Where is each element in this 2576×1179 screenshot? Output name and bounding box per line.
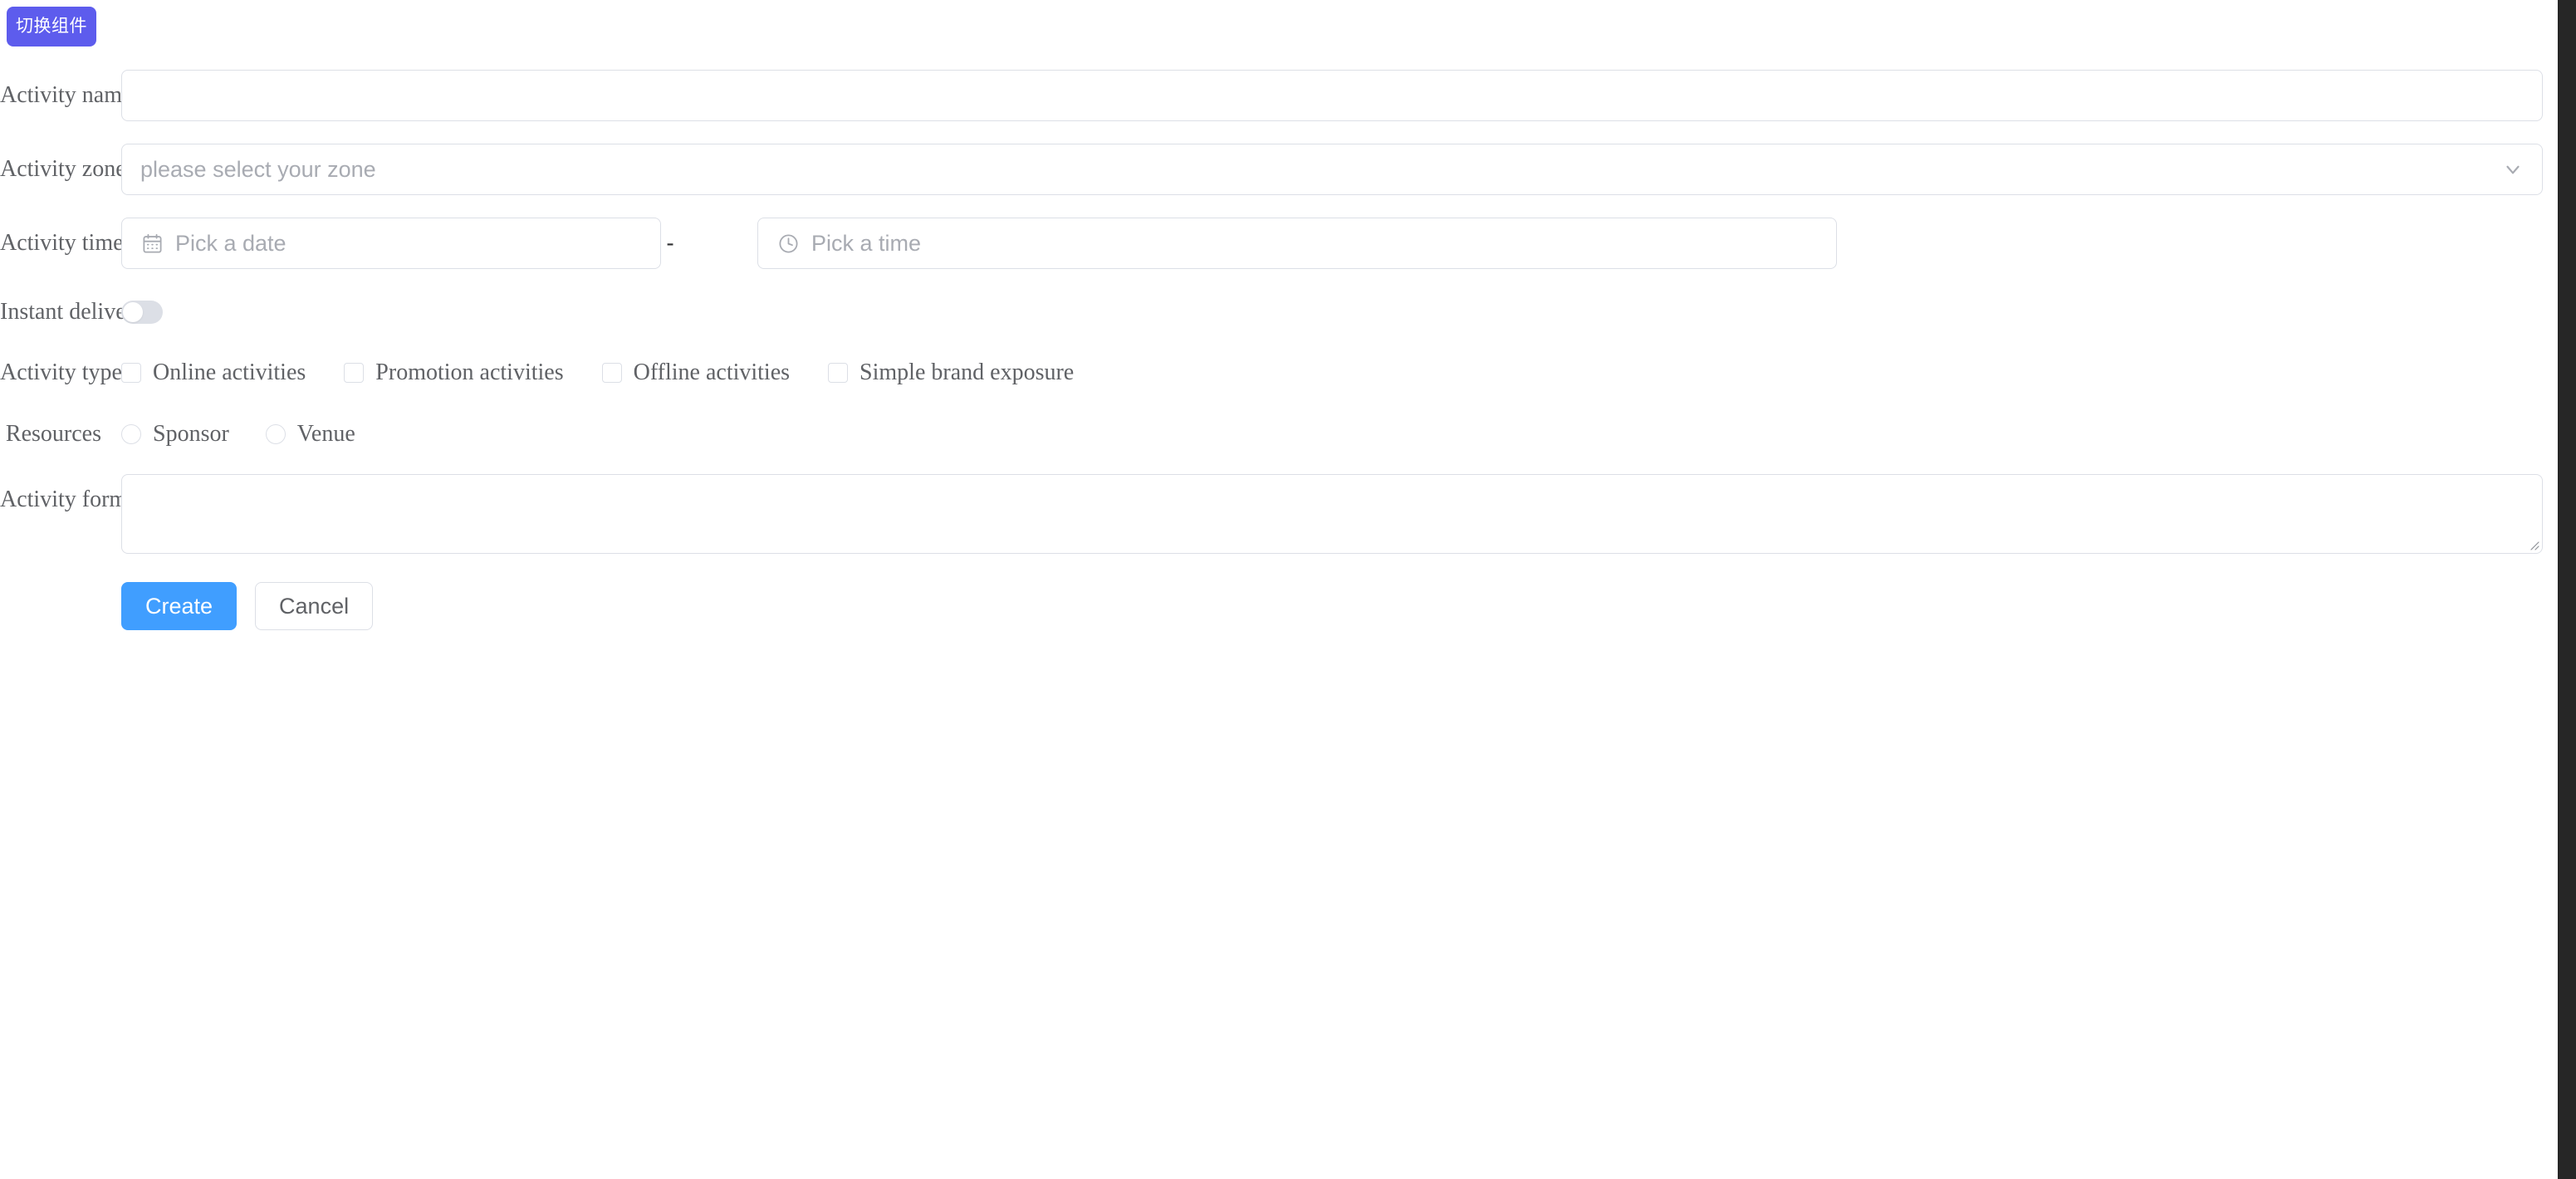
create-button[interactable]: Create xyxy=(121,582,237,630)
resources-label: Resources xyxy=(0,413,121,456)
checkbox-label: Promotion activities xyxy=(375,351,563,394)
activity-zone-placeholder: please select your zone xyxy=(140,159,376,181)
activity-form-label: Activity form xyxy=(0,474,121,526)
clock-icon xyxy=(776,232,800,255)
app-root: 切换组件 Activity name Activity zone please … xyxy=(0,0,2576,1179)
chevron-down-icon xyxy=(2502,159,2524,180)
switch-knob xyxy=(123,302,143,322)
form-row-activity-name: Activity name xyxy=(0,70,2541,121)
activity-form-textarea[interactable] xyxy=(121,474,2543,554)
checkbox-box[interactable] xyxy=(602,363,622,383)
activity-time-group: Pick a date - Pick a time xyxy=(121,218,2541,269)
activity-type-label: Activity type xyxy=(0,351,121,394)
checkbox-promotion-activities[interactable]: Promotion activities xyxy=(344,351,563,394)
calendar-icon xyxy=(140,232,164,255)
activity-time-label: Activity time xyxy=(0,218,121,269)
resize-handle-icon[interactable] xyxy=(2527,538,2540,551)
activity-name-label: Activity name xyxy=(0,70,121,121)
form-row-activity-type: Activity type Online activities Promotio… xyxy=(0,351,2541,394)
activity-time-control: Pick a date - Pick a time xyxy=(121,218,2541,269)
activity-date-placeholder: Pick a date xyxy=(175,232,286,255)
activity-time-picker[interactable]: Pick a time xyxy=(757,218,1837,269)
checkbox-box[interactable] xyxy=(828,363,848,383)
activity-zone-control: please select your zone xyxy=(121,144,2541,195)
toggle-component-button[interactable]: 切换组件 xyxy=(7,7,96,46)
form-row-activity-zone: Activity zone please select your zone xyxy=(0,144,2541,195)
time-range-separator: - xyxy=(663,218,678,269)
instant-delivery-label: Instant delivery xyxy=(0,291,121,333)
activity-zone-select[interactable]: please select your zone xyxy=(121,144,2543,195)
radio-circle[interactable] xyxy=(266,424,286,444)
actions-control: Create Cancel xyxy=(121,582,2541,630)
activity-type-checkbox-group: Online activities Promotion activities O… xyxy=(121,351,2541,394)
checkbox-label: Offline activities xyxy=(634,351,790,394)
form-row-actions: Create Cancel xyxy=(0,582,2541,630)
activity-type-control: Online activities Promotion activities O… xyxy=(121,351,2541,394)
radio-label: Sponsor xyxy=(153,413,229,456)
checkbox-online-activities[interactable]: Online activities xyxy=(121,351,306,394)
activity-form-control xyxy=(121,474,2541,554)
activity-name-control xyxy=(121,70,2541,121)
checkbox-box[interactable] xyxy=(344,363,364,383)
cancel-button[interactable]: Cancel xyxy=(255,582,373,630)
resources-radio-group: Sponsor Venue xyxy=(121,413,2541,456)
form-row-activity-time: Activity time xyxy=(0,218,2541,269)
instant-delivery-control xyxy=(121,291,2541,324)
form-row-instant-delivery: Instant delivery xyxy=(0,291,2541,333)
activity-date-picker[interactable]: Pick a date xyxy=(121,218,661,269)
activity-zone-label: Activity zone xyxy=(0,144,121,195)
checkbox-offline-activities[interactable]: Offline activities xyxy=(602,351,790,394)
activity-time-placeholder: Pick a time xyxy=(811,232,921,255)
checkbox-simple-brand-exposure[interactable]: Simple brand exposure xyxy=(828,351,1074,394)
radio-circle[interactable] xyxy=(121,424,141,444)
form-row-activity-form: Activity form xyxy=(0,474,2541,554)
radio-sponsor[interactable]: Sponsor xyxy=(121,413,229,456)
checkbox-label: Online activities xyxy=(153,351,306,394)
radio-label: Venue xyxy=(297,413,355,456)
checkbox-label: Simple brand exposure xyxy=(859,351,1074,394)
radio-venue[interactable]: Venue xyxy=(266,413,355,456)
instant-delivery-switch[interactable] xyxy=(121,301,163,324)
checkbox-box[interactable] xyxy=(121,363,141,383)
resources-control: Sponsor Venue xyxy=(121,413,2541,456)
action-button-bar: Create Cancel xyxy=(121,582,2541,630)
activity-form: Activity name Activity zone please selec… xyxy=(0,70,2541,653)
form-row-resources: Resources Sponsor Venue xyxy=(0,413,2541,456)
activity-name-input[interactable] xyxy=(121,70,2543,121)
